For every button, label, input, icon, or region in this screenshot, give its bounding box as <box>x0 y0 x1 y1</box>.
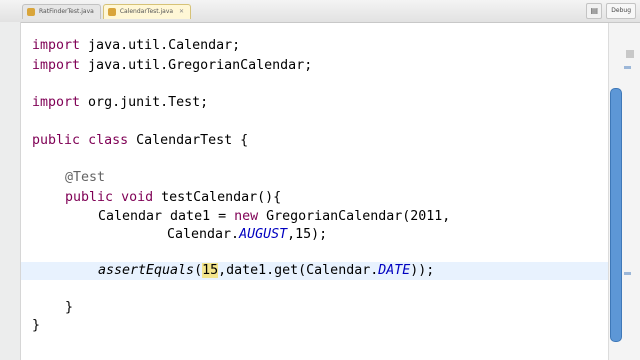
tab-label: CalendarTest.java <box>119 8 174 15</box>
editor-toolbar: RatFinderTest.java CalendarTest.java ✕ ▤… <box>0 0 640 23</box>
annotation: @Test <box>65 170 106 185</box>
tab-calendartest[interactable]: CalendarTest.java ✕ <box>102 4 192 19</box>
tab-ratfindertest[interactable]: RatFinderTest.java <box>22 4 101 19</box>
code-text: ( <box>194 263 203 278</box>
keyword: new <box>234 209 259 224</box>
java-file-icon <box>107 8 116 16</box>
open-perspective-icon[interactable]: ▤ <box>586 3 603 19</box>
selected-text: 15 <box>202 263 219 278</box>
occurrence-marker[interactable] <box>624 272 631 275</box>
keyword: import <box>32 95 81 110</box>
code-text: ,15); <box>287 227 328 242</box>
keyword: import <box>32 38 81 53</box>
code-text: GregorianCalendar(2011, <box>258 209 451 224</box>
code-text: CalendarTest { <box>128 133 249 148</box>
keyword: class <box>88 133 129 148</box>
debug-perspective-button[interactable]: Debug <box>606 3 636 19</box>
ruler-marker-icon <box>626 50 634 58</box>
perspective-tools: ▤ Debug <box>586 3 636 19</box>
keyword: void <box>121 190 154 205</box>
code-line-15: } <box>65 299 73 317</box>
closing-brace: } <box>32 318 41 333</box>
code-line-10: Calendar date1 = new GregorianCalendar(2… <box>98 208 450 226</box>
static-method: assertEquals <box>98 263 195 278</box>
code-text: ,date1.get(Calendar. <box>218 263 379 278</box>
code-line-6: public class CalendarTest { <box>32 132 248 150</box>
code-editor[interactable]: import java.util.Calendar; import java.u… <box>21 23 608 360</box>
left-panel-strip <box>0 22 21 360</box>
code-text: org.junit.Test; <box>80 95 209 110</box>
static-field: DATE <box>378 263 411 278</box>
close-icon[interactable]: ✕ <box>179 8 184 15</box>
closing-brace: } <box>65 300 74 315</box>
code-line-16: } <box>32 317 40 335</box>
static-field: AUGUST <box>239 227 288 242</box>
keyword: public <box>65 190 114 205</box>
code-line-4: import org.junit.Test; <box>32 94 208 112</box>
keyword: import <box>32 58 81 73</box>
editor-tabs: RatFinderTest.java CalendarTest.java ✕ <box>22 4 193 20</box>
code-text: Calendar date1 = <box>98 209 235 224</box>
code-line-9: public void testCalendar(){ <box>65 189 281 207</box>
vertical-scrollbar[interactable] <box>610 88 622 342</box>
code-line-11: Calendar.AUGUST,15); <box>167 226 327 244</box>
keyword: public <box>32 133 81 148</box>
code-text: java.util.Calendar; <box>80 38 241 53</box>
code-line-1: import java.util.Calendar; <box>32 37 240 55</box>
code-line-8: @Test <box>65 169 105 187</box>
code-text: Calendar. <box>167 227 240 242</box>
java-file-icon <box>27 8 35 16</box>
code-line-13: assertEquals(15,date1.get(Calendar.DATE)… <box>98 262 434 280</box>
code-line-2: import java.util.GregorianCalendar; <box>32 57 312 75</box>
code-text: )); <box>410 263 435 278</box>
code-text: java.util.GregorianCalendar; <box>80 58 313 73</box>
tab-label: RatFinderTest.java <box>39 8 94 15</box>
occurrence-marker[interactable] <box>624 66 631 69</box>
code-text: testCalendar(){ <box>153 190 282 205</box>
